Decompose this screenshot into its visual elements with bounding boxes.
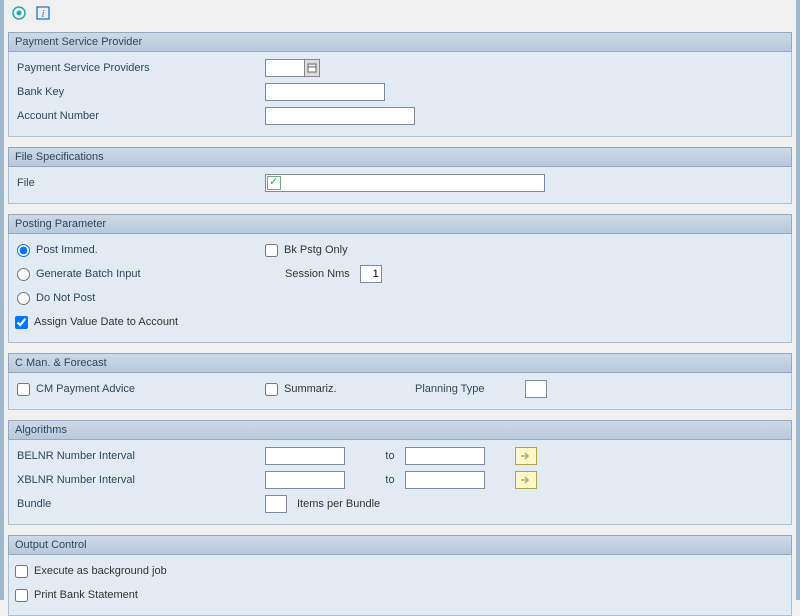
label-bank-key: Bank Key	[15, 86, 265, 98]
checkbox-summariz[interactable]	[265, 383, 278, 396]
label-file: File	[15, 177, 265, 189]
label-belnr: BELNR Number Interval	[15, 450, 265, 462]
checkbox-assign-value-date[interactable]	[15, 316, 28, 329]
multi-selection-button[interactable]	[515, 471, 537, 489]
label-bundle: Bundle	[15, 498, 265, 510]
label-bk-pstg-only: Bk Pstg Only	[284, 244, 348, 256]
label-items-per-bundle: Items per Bundle	[297, 498, 380, 510]
group-output-control: Output Control Execute as background job…	[8, 535, 792, 616]
group-header: Algorithms	[8, 420, 792, 440]
label-post-immed: Post Immed.	[36, 244, 98, 256]
group-header: C Man. & Forecast	[8, 353, 792, 373]
group-header: Payment Service Provider	[8, 32, 792, 52]
input-xblnr-to[interactable]	[405, 471, 485, 489]
label-generate-batch: Generate Batch Input	[36, 268, 141, 280]
checkbox-bk-pstg-only[interactable]	[265, 244, 278, 257]
label-to: to	[375, 474, 405, 486]
input-belnr-to[interactable]	[405, 447, 485, 465]
group-posting-parameter: Posting Parameter Post Immed. Bk Pstg On…	[8, 214, 792, 343]
group-header: Output Control	[8, 535, 792, 555]
input-belnr-from[interactable]	[265, 447, 345, 465]
label-planning-type: Planning Type	[415, 383, 525, 395]
label-cm-payment-advice: CM Payment Advice	[36, 383, 135, 395]
f4-help-icon[interactable]	[304, 59, 320, 77]
app-toolbar: i	[8, 0, 792, 32]
label-account-number: Account Number	[15, 110, 265, 122]
group-algorithms: Algorithms BELNR Number Interval to XBLN…	[8, 420, 792, 525]
input-planning-type[interactable]	[525, 380, 547, 398]
multi-selection-button[interactable]	[515, 447, 537, 465]
label-psp-providers: Payment Service Providers	[15, 62, 265, 74]
file-check-icon	[267, 176, 281, 193]
input-xblnr-from[interactable]	[265, 471, 345, 489]
input-session-nms[interactable]	[360, 265, 382, 283]
input-file[interactable]	[265, 174, 545, 192]
execute-icon[interactable]	[10, 4, 28, 22]
group-payment-service-provider: Payment Service Provider Payment Service…	[8, 32, 792, 137]
label-do-not-post: Do Not Post	[36, 292, 95, 304]
label-xblnr: XBLNR Number Interval	[15, 474, 265, 486]
radio-post-immed[interactable]	[17, 244, 30, 257]
label-assign-value-date: Assign Value Date to Account	[34, 316, 178, 328]
svg-text:i: i	[42, 9, 45, 20]
radio-do-not-post[interactable]	[17, 292, 30, 305]
group-header: File Specifications	[8, 147, 792, 167]
group-header: Posting Parameter	[8, 214, 792, 234]
label-to: to	[375, 450, 405, 462]
label-execute-background: Execute as background job	[34, 565, 167, 577]
input-account-number[interactable]	[265, 107, 415, 125]
checkbox-cm-payment-advice[interactable]	[17, 383, 30, 396]
radio-generate-batch[interactable]	[17, 268, 30, 281]
group-file-specifications: File Specifications File	[8, 147, 792, 204]
input-psp-providers[interactable]	[265, 59, 305, 77]
input-bank-key[interactable]	[265, 83, 385, 101]
label-session-nms: Session Nms	[265, 268, 350, 280]
group-cman-forecast: C Man. & Forecast CM Payment Advice Summ…	[8, 353, 792, 410]
label-print-bank-statement: Print Bank Statement	[34, 589, 138, 601]
info-icon[interactable]: i	[34, 4, 52, 22]
checkbox-execute-background[interactable]	[15, 565, 28, 578]
input-bundle[interactable]	[265, 495, 287, 513]
label-summariz: Summariz.	[284, 383, 337, 395]
